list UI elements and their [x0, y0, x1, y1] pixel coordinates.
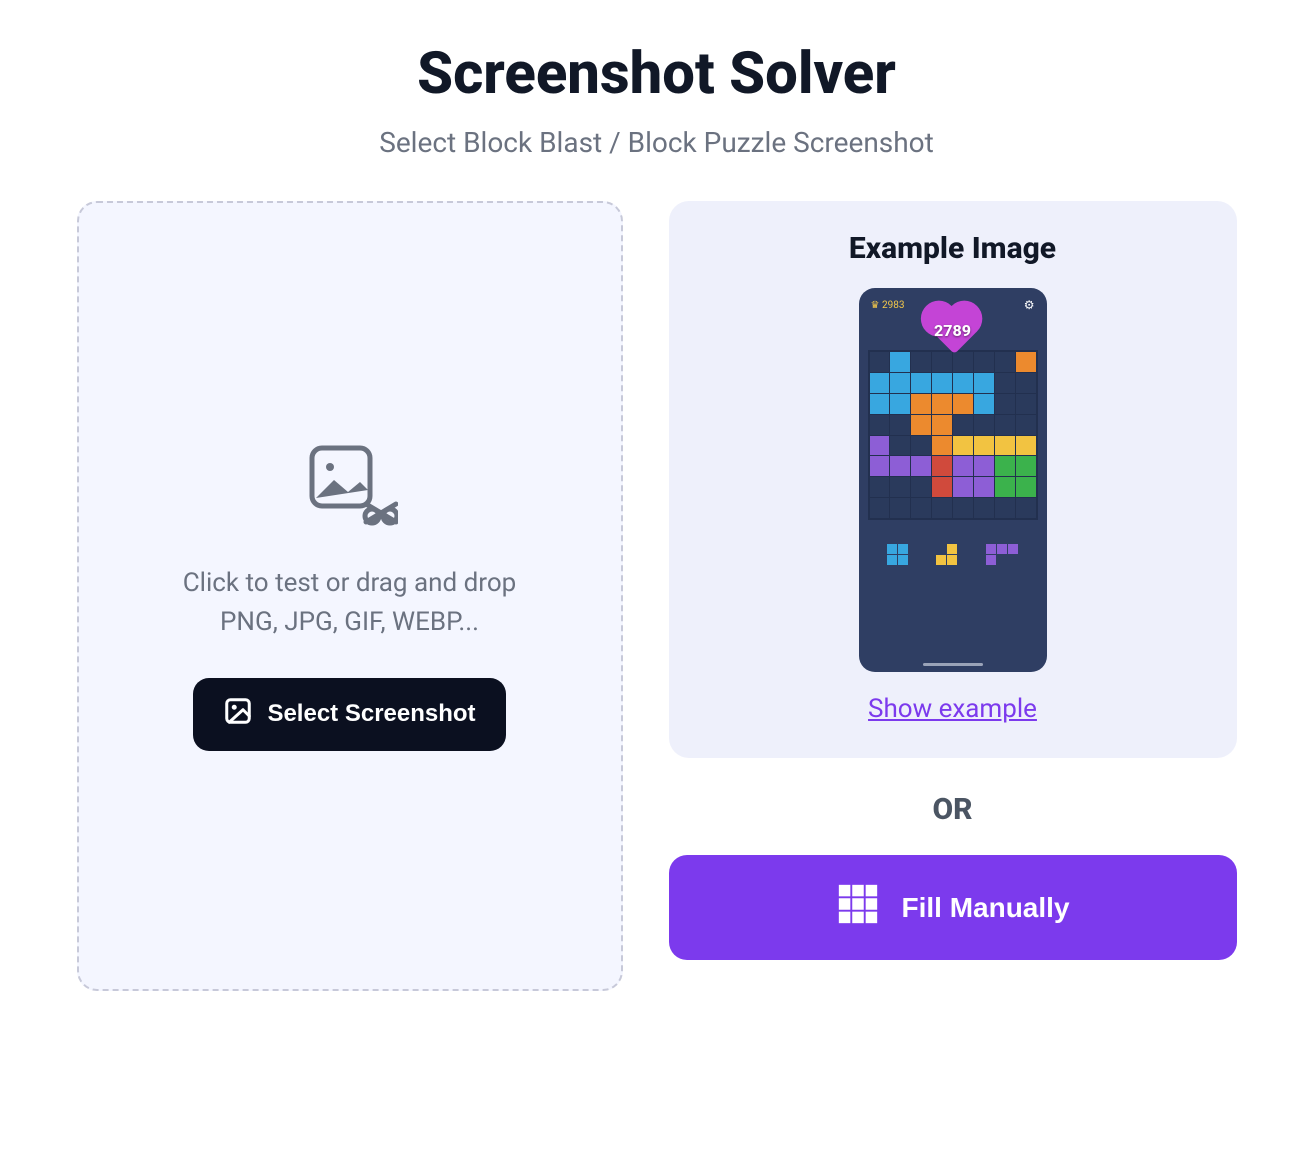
dropzone-hint: Click to test or drag and drop PNG, JPG,…: [183, 564, 517, 642]
heart-score: 2789: [934, 321, 971, 340]
gear-icon: ⚙: [1024, 298, 1035, 312]
tray-piece: [887, 544, 908, 565]
fill-manually-label: Fill Manually: [901, 892, 1069, 924]
tray-piece: [936, 544, 957, 565]
example-phone-image: ♛ 2983 ⚙ 2789: [859, 288, 1047, 672]
select-screenshot-label: Select Screenshot: [267, 700, 475, 728]
page-subtitle: Select Block Blast / Block Puzzle Screen…: [67, 126, 1247, 159]
or-separator: OR: [669, 792, 1237, 827]
score-heart: 2789: [929, 316, 977, 344]
home-indicator: [923, 663, 983, 666]
example-card: Example Image ♛ 2983 ⚙ 2789: [669, 201, 1237, 758]
crown-score: ♛ 2983: [871, 300, 905, 311]
upload-dropzone[interactable]: Click to test or drag and drop PNG, JPG,…: [77, 201, 623, 991]
fill-manually-button[interactable]: Fill Manually: [669, 855, 1237, 960]
select-screenshot-button[interactable]: Select Screenshot: [193, 678, 505, 751]
grid-icon: [835, 881, 881, 934]
image-icon: [223, 696, 253, 733]
game-board: [868, 350, 1038, 520]
image-cut-icon: [302, 442, 398, 538]
page-title: Screenshot Solver: [67, 40, 1247, 108]
example-title: Example Image: [849, 231, 1056, 266]
piece-tray: [867, 544, 1039, 565]
tray-piece: [986, 544, 1018, 565]
show-example-link[interactable]: Show example: [868, 694, 1037, 724]
crown-icon: ♛: [871, 300, 880, 311]
